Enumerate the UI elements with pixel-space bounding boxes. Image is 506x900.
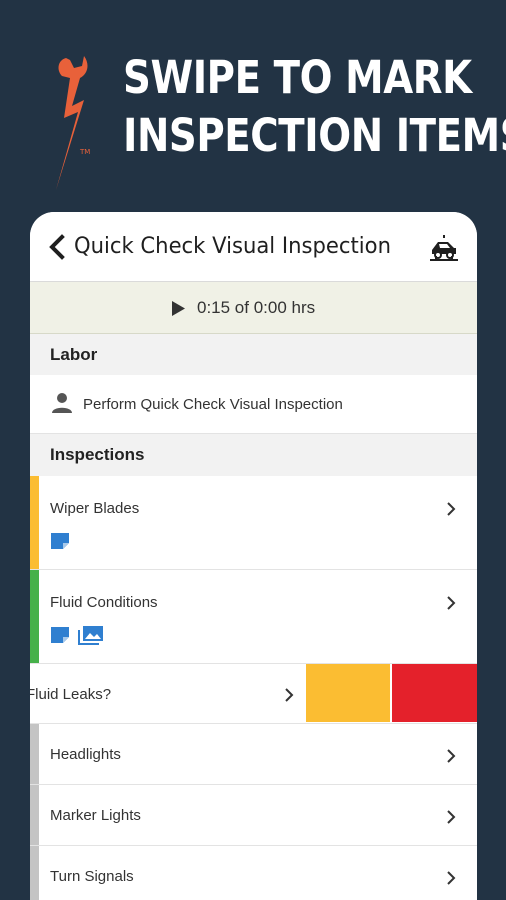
chevron-right-icon[interactable] [446,501,456,517]
labor-header: Labor [50,345,98,364]
inspection-item-headlights[interactable]: Headlights [30,724,477,785]
photo-icon[interactable] [78,625,104,645]
status-stripe-gray [30,846,39,900]
labor-timer-bar[interactable]: 0:15 of 0:00 hrs [30,282,477,334]
wrench-lightning-icon [56,56,88,190]
note-icon[interactable] [50,532,72,550]
status-stripe-gray [30,724,39,784]
swipe-action-yellow[interactable] [306,664,390,722]
inspection-item-label: Turn Signals [50,868,134,885]
promo-banner: TM SWIPE TO MARK INSPECTION ITEMS [0,0,506,210]
inspection-item-fluid-conditions[interactable]: Fluid Conditions [30,570,477,664]
person-icon [52,393,72,413]
inspection-item-wiper-blades[interactable]: Wiper Blades [30,476,477,570]
chevron-right-icon[interactable] [446,870,456,886]
status-stripe-yellow [30,476,39,569]
app-bar: Quick Check Visual Inspection [30,212,477,282]
inspection-item-label: Fluid Leaks? [30,686,112,703]
chevron-right-icon[interactable] [446,595,456,611]
play-icon[interactable] [171,300,186,317]
trademark: TM [80,148,91,156]
vehicle-lift-icon[interactable] [428,234,460,262]
note-icon[interactable] [50,626,72,644]
promo-headline: SWIPE TO MARK INSPECTION ITEMS [123,49,506,165]
labor-item-label: Perform Quick Check Visual Inspection [83,396,343,413]
labor-section-header: Labor [30,334,477,376]
chevron-left-icon[interactable] [46,234,68,260]
chevron-right-icon[interactable] [284,687,294,703]
timer-text: 0:15 of 0:00 hrs [197,298,316,317]
inspection-item-label: Wiper Blades [50,500,140,517]
labor-item[interactable]: Perform Quick Check Visual Inspection [30,375,477,434]
chevron-right-icon[interactable] [446,809,456,825]
page-title: Quick Check Visual Inspection [74,234,391,259]
chevron-right-icon[interactable] [446,748,456,764]
inspections-header: Inspections [50,445,145,464]
swipe-action-red[interactable] [392,664,477,722]
status-stripe-green [30,570,39,663]
inspection-item-marker-lights[interactable]: Marker Lights [30,785,477,846]
headline-line-1: SWIPE TO MARK [123,51,472,104]
inspections-section-header: Inspections [30,434,477,476]
inspection-item-turn-signals[interactable]: Turn Signals [30,846,477,900]
inspection-item-label: Fluid Conditions [50,594,158,611]
headline-line-2: INSPECTION ITEMS [123,109,506,162]
inspection-item-label: Marker Lights [50,807,141,824]
app-screen: Quick Check Visual Inspection 0:15 of 0:… [30,212,477,900]
inspection-item-fluid-leaks[interactable]: Fluid Leaks? [30,664,477,724]
status-stripe-gray [30,785,39,845]
inspection-item-label: Headlights [50,746,121,763]
